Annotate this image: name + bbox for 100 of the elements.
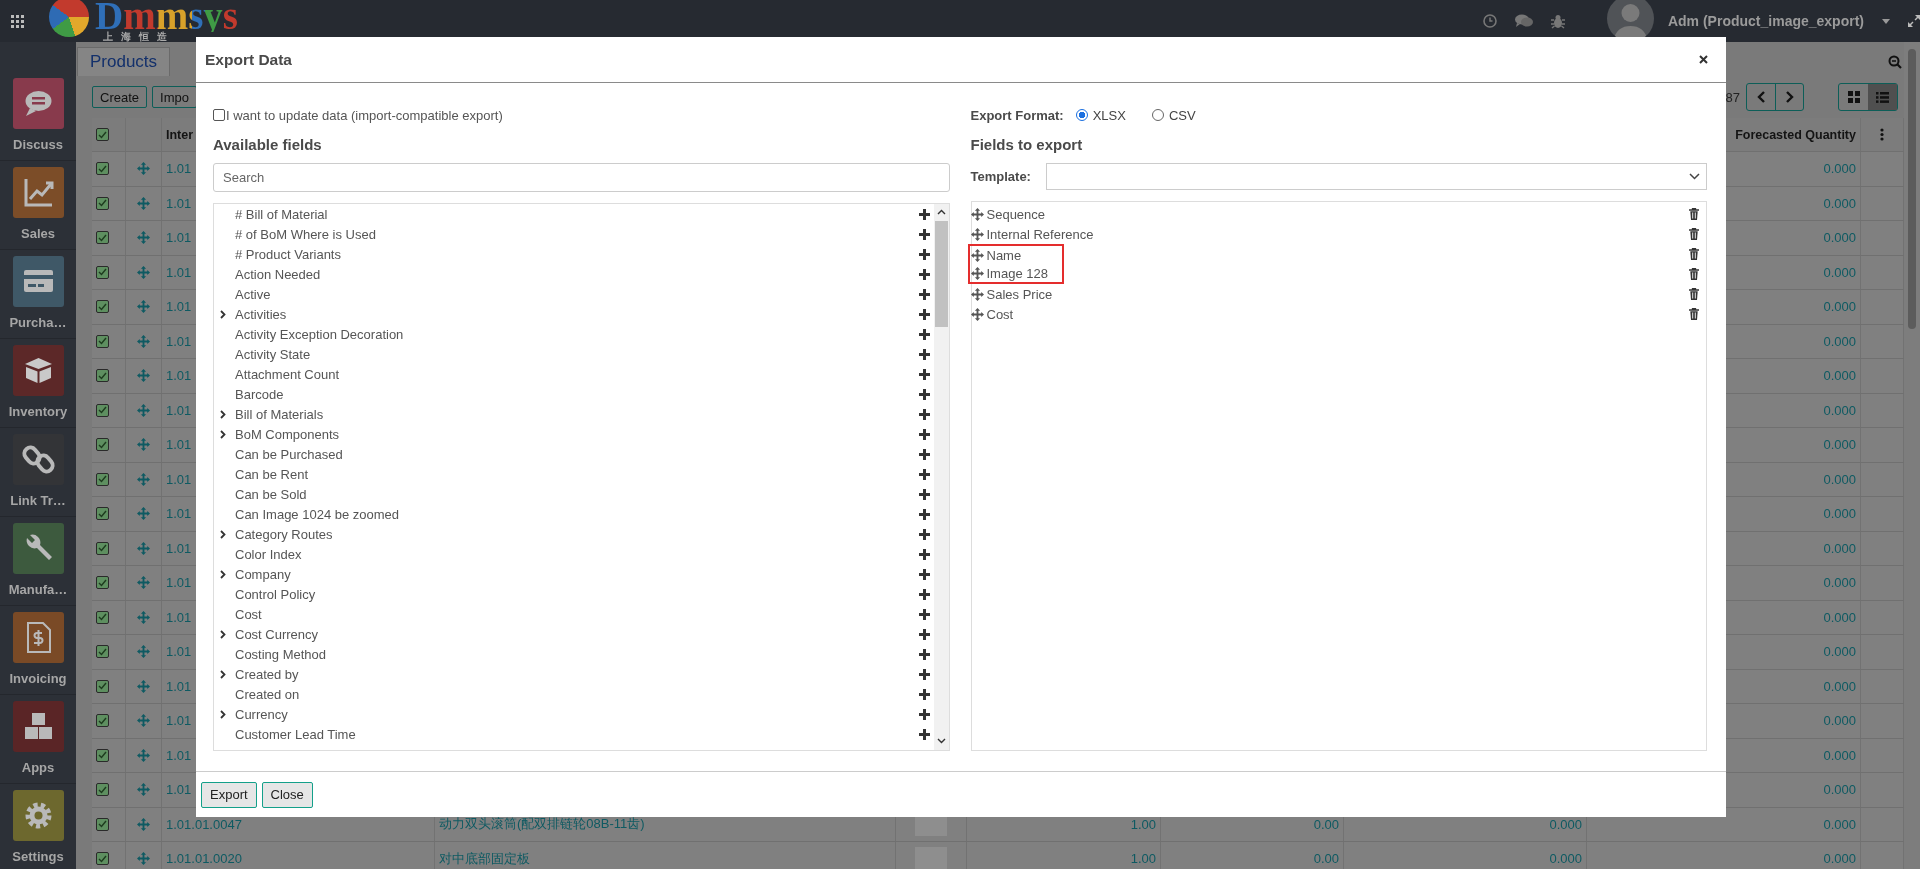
field-name[interactable]: Can be Rent xyxy=(235,466,308,482)
row-checkbox[interactable] xyxy=(96,265,109,279)
select-all-checkbox[interactable] xyxy=(96,128,109,141)
field-name[interactable]: Attachment Count xyxy=(235,366,340,382)
add-field-icon[interactable] xyxy=(918,368,930,380)
add-field-icon[interactable] xyxy=(918,268,930,280)
drag-handle-icon[interactable] xyxy=(970,307,984,321)
field-name[interactable]: Cost xyxy=(235,606,262,622)
add-field-icon[interactable] xyxy=(918,728,930,740)
toolbar-button[interactable]: Create xyxy=(92,86,148,108)
add-field-icon[interactable] xyxy=(918,448,930,460)
radio-label[interactable]: XLSX xyxy=(1092,107,1126,123)
row-checkbox[interactable] xyxy=(96,576,109,590)
drag-handle-icon[interactable] xyxy=(137,817,150,831)
row-checkbox[interactable] xyxy=(96,748,109,762)
field-name[interactable]: Cost xyxy=(986,306,1014,322)
add-field-icon[interactable] xyxy=(918,468,930,480)
field-name[interactable]: Cost Currency xyxy=(235,626,319,642)
user-menu[interactable]: Adm (Product_image_export) xyxy=(1667,13,1864,29)
drag-handle-icon[interactable] xyxy=(137,748,150,762)
field-name[interactable]: Can be Sold xyxy=(235,486,307,502)
app-menu-item[interactable]: Purcha… xyxy=(0,250,76,339)
field-name[interactable]: Color Index xyxy=(235,546,302,562)
field-name[interactable]: Costing Method xyxy=(235,646,327,662)
trash-icon[interactable] xyxy=(1689,208,1699,220)
app-menu-item[interactable]: Sales xyxy=(0,161,76,250)
search-field[interactable]: Search xyxy=(213,163,950,192)
trash-icon[interactable] xyxy=(1689,248,1699,260)
row-checkbox[interactable] xyxy=(96,162,109,176)
row-checkbox[interactable] xyxy=(96,817,109,831)
expand-chevron-icon[interactable] xyxy=(220,629,226,639)
drag-handle-icon[interactable] xyxy=(970,227,984,241)
add-field-icon[interactable] xyxy=(918,428,930,440)
add-field-icon[interactable] xyxy=(918,688,930,700)
drag-handle-icon[interactable] xyxy=(137,334,150,348)
field-name[interactable]: Active xyxy=(235,286,271,302)
add-field-icon[interactable] xyxy=(918,588,930,600)
row-checkbox[interactable] xyxy=(96,334,109,348)
scroll-down-icon[interactable] xyxy=(936,738,946,744)
field-name[interactable]: Sequence xyxy=(986,206,1046,222)
bug-icon[interactable] xyxy=(1550,13,1565,29)
drag-handle-icon[interactable] xyxy=(137,783,150,797)
add-field-icon[interactable] xyxy=(918,488,930,500)
add-field-icon[interactable] xyxy=(918,308,930,320)
drag-handle-icon[interactable] xyxy=(970,287,984,301)
drag-handle-icon[interactable] xyxy=(970,266,984,280)
row-checkbox[interactable] xyxy=(96,645,109,659)
row-checkbox[interactable] xyxy=(96,231,109,245)
field-name[interactable]: Control Policy xyxy=(235,586,316,602)
add-field-icon[interactable] xyxy=(918,608,930,620)
more-options-icon[interactable] xyxy=(1880,128,1884,141)
row-checkbox[interactable] xyxy=(96,610,109,624)
caret-icon[interactable] xyxy=(1882,18,1890,24)
field-name[interactable]: Currency xyxy=(235,706,288,722)
checkbox-label[interactable]: I want to update data (import-compatible export) xyxy=(226,107,503,123)
add-field-icon[interactable] xyxy=(918,228,930,240)
field-name[interactable]: Created on xyxy=(235,686,300,702)
row-checkbox[interactable] xyxy=(96,369,109,383)
field-name[interactable]: Action Needed xyxy=(235,266,321,282)
add-field-icon[interactable] xyxy=(918,388,930,400)
field-name[interactable]: Internal Reference xyxy=(986,226,1094,242)
field-name[interactable]: Sales Price xyxy=(986,286,1053,302)
field-name[interactable]: Can be Purchased xyxy=(235,446,343,462)
expand-chevron-icon[interactable] xyxy=(220,529,226,539)
add-field-icon[interactable] xyxy=(918,528,930,540)
app-menu-item[interactable]: Discuss xyxy=(0,72,76,161)
radio-label[interactable]: CSV xyxy=(1168,107,1196,123)
drag-handle-icon[interactable] xyxy=(137,300,150,314)
add-field-icon[interactable] xyxy=(918,208,930,220)
drag-handle-icon[interactable] xyxy=(137,610,150,624)
drag-handle-icon[interactable] xyxy=(137,162,150,176)
drag-handle-icon[interactable] xyxy=(137,645,150,659)
field-name[interactable]: Customer Lead Time xyxy=(235,726,356,742)
add-field-icon[interactable] xyxy=(918,668,930,680)
add-field-icon[interactable] xyxy=(918,348,930,360)
drag-handle-icon[interactable] xyxy=(137,196,150,210)
chat-icon[interactable] xyxy=(1514,14,1533,28)
add-field-icon[interactable] xyxy=(918,648,930,660)
column-header[interactable]: Inter xyxy=(166,127,194,142)
expand-chevron-icon[interactable] xyxy=(220,709,226,719)
search-icon[interactable] xyxy=(1888,54,1902,69)
clock-icon[interactable] xyxy=(1482,14,1497,28)
expand-chevron-icon[interactable] xyxy=(220,669,226,679)
drag-handle-icon[interactable] xyxy=(137,438,150,452)
field-name[interactable]: Created by xyxy=(235,666,299,682)
field-name[interactable]: Can Image 1024 be zoomed xyxy=(235,506,400,522)
scroll-up-icon[interactable] xyxy=(936,209,946,215)
drag-handle-icon[interactable] xyxy=(137,472,150,486)
row-checkbox[interactable] xyxy=(96,783,109,797)
drag-handle-icon[interactable] xyxy=(137,852,150,866)
add-field-icon[interactable] xyxy=(918,248,930,260)
field-name[interactable]: # Bill of Material xyxy=(235,206,328,222)
add-field-icon[interactable] xyxy=(918,548,930,560)
drag-handle-icon[interactable] xyxy=(137,369,150,383)
row-checkbox[interactable] xyxy=(96,196,109,210)
pager-count[interactable]: 87 xyxy=(1725,89,1740,105)
field-name[interactable]: # Product Variants xyxy=(235,246,341,262)
close-button[interactable] xyxy=(1697,53,1710,66)
add-field-icon[interactable] xyxy=(918,628,930,640)
field-name[interactable]: # of BoM Where is Used xyxy=(235,226,376,242)
